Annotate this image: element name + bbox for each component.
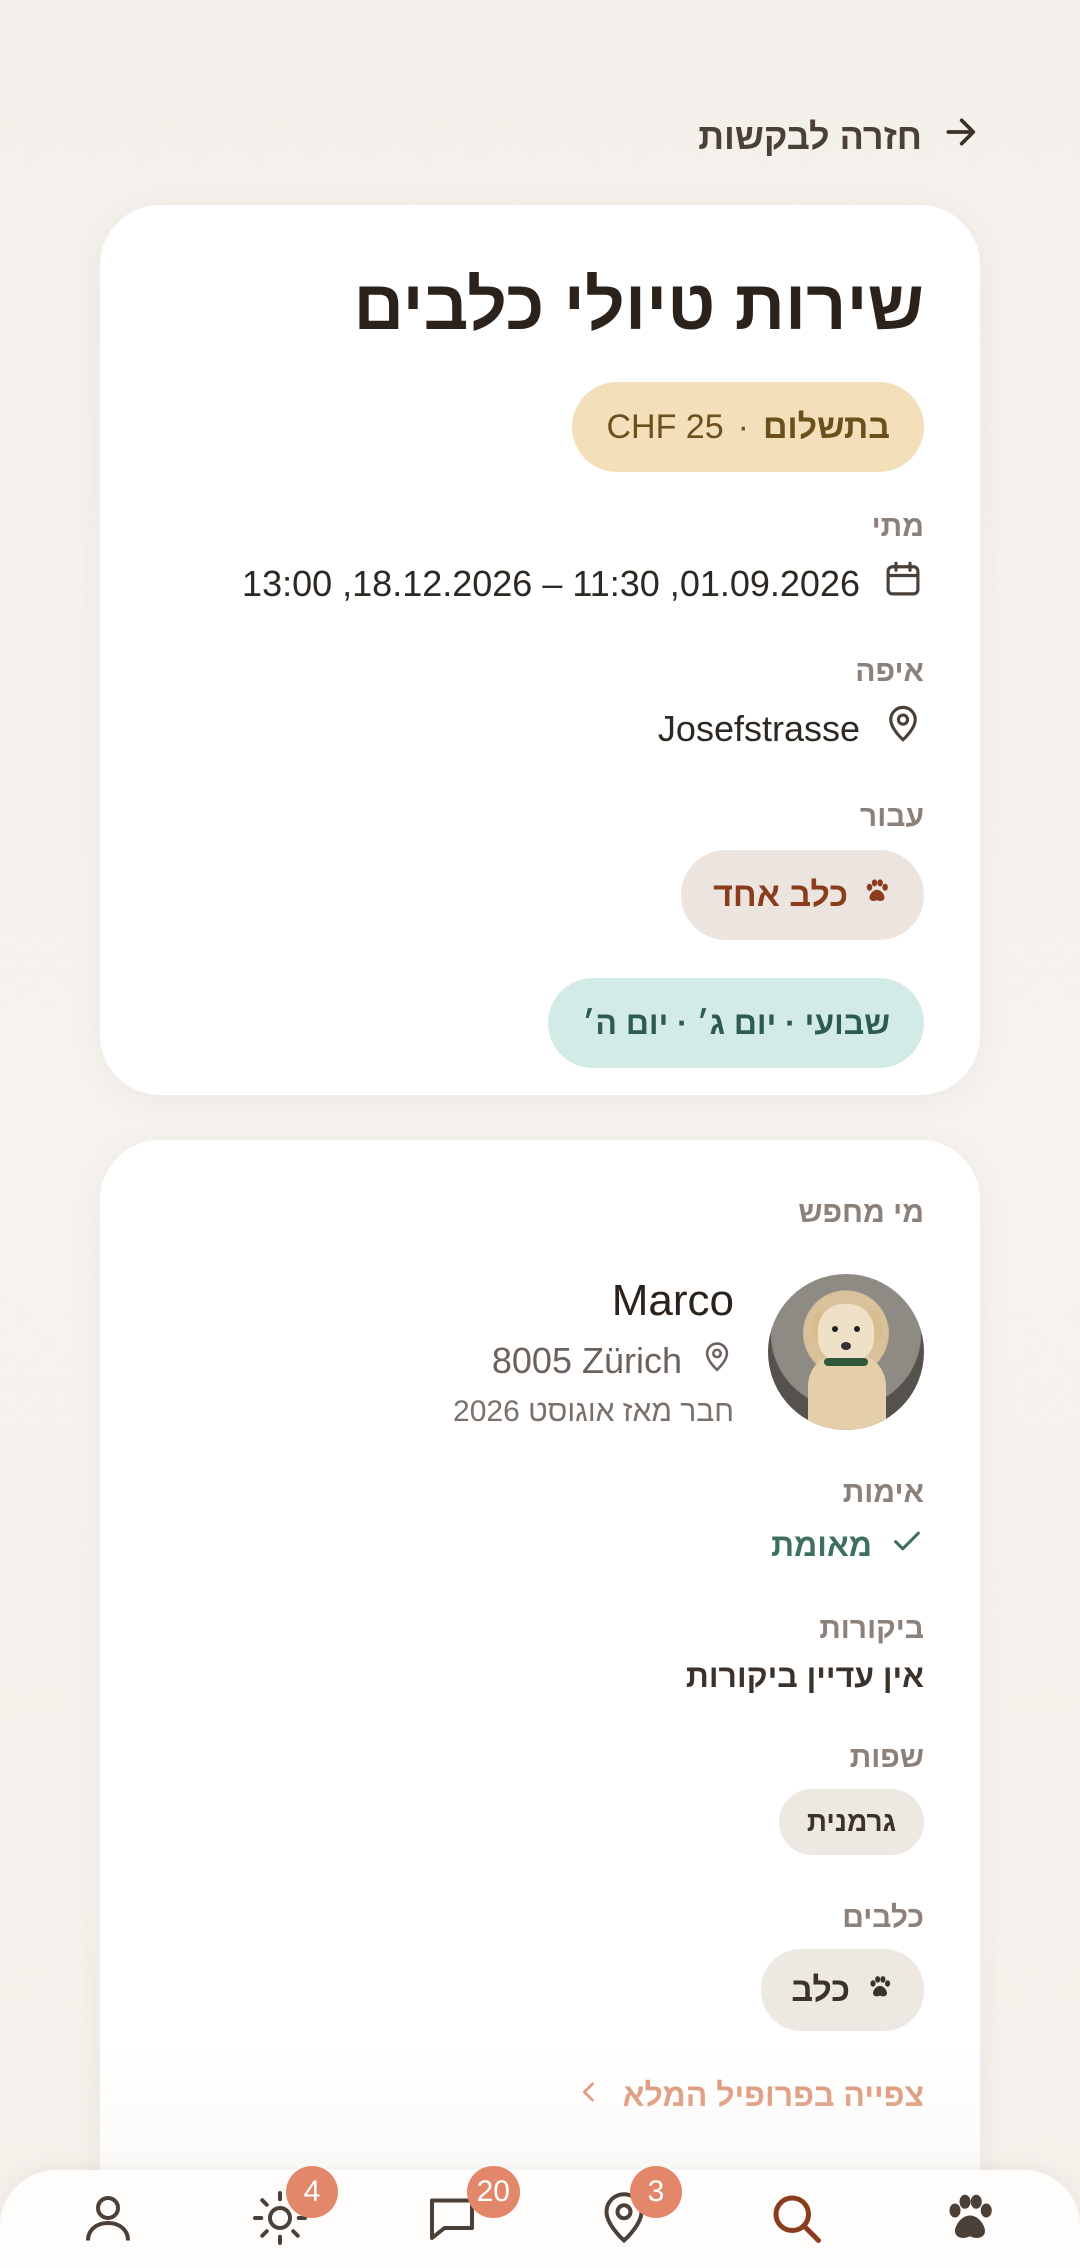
for-section: עבור כלב אחד (156, 800, 924, 940)
nav-search[interactable] (756, 2188, 836, 2258)
reviews-value: אין עדיין ביקורות (685, 1658, 924, 1694)
notifications-badge: 4 (286, 2166, 338, 2218)
payment-badge: בתשלום · CHF 25 (572, 382, 924, 472)
dog-count-pill: כלב אחד (681, 850, 924, 940)
for-label: עבור (859, 800, 924, 833)
payment-prefix: בתשלום (762, 407, 890, 446)
check-icon (890, 1524, 924, 1566)
languages-label: שפות (849, 1741, 924, 1774)
view-full-profile-link[interactable]: צפייה בפרופיל המלא (156, 2077, 924, 2114)
reviews-label: ביקורות (819, 1612, 924, 1645)
request-title: שירות טיולי כלבים (353, 266, 924, 344)
when-row: 01.09.2026, 11:30 – 18.12.2026, 13:00 (156, 558, 924, 609)
dog-chip-label: כלב (791, 1970, 850, 2009)
verification-section: אימות מאומת (156, 1476, 924, 1566)
payment-price: CHF 25 (606, 407, 724, 446)
verified-value: מאומת (771, 1526, 872, 1563)
where-section: איפה Josefstrasse (156, 655, 924, 754)
where-label: איפה (855, 655, 924, 688)
location-pin-icon (700, 1340, 734, 1383)
requester-location: 8005 Zürich (453, 1340, 734, 1383)
requester-label: מי מחפש (798, 1196, 924, 1229)
paw-icon (940, 2188, 1000, 2253)
languages-section: שפות גרמנית (156, 1741, 924, 1855)
reviews-section: ביקורות אין עדיין ביקורות (156, 1612, 924, 1695)
nav-home[interactable] (930, 2188, 1010, 2258)
payment-separator: · (737, 407, 749, 446)
nearby-badge: 3 (630, 2166, 682, 2218)
messages-badge: 20 (466, 2166, 520, 2218)
paw-icon (866, 1971, 894, 2010)
schedule-pill: שבועי · יום ג׳ · יום ה׳ (548, 978, 924, 1068)
where-row: Josefstrasse (156, 703, 924, 754)
requester-card: מי מחפש Marco 8005 Zürich חבר מאז אוגוסט… (100, 1140, 980, 2268)
when-value: 01.09.2026, 11:30 – 18.12.2026, 13:00 (242, 562, 860, 604)
dogs-section: כלבים כלב (156, 1901, 924, 2031)
calendar-icon (882, 558, 924, 609)
when-label: מתי (871, 510, 924, 543)
avatar[interactable] (768, 1274, 924, 1430)
nav-profile[interactable] (68, 2188, 148, 2258)
nav-messages[interactable]: 20 (412, 2166, 520, 2258)
requester-profile[interactable]: Marco 8005 Zürich חבר מאז אוגוסט 2026 (156, 1274, 924, 1430)
chevron-left-icon (575, 2077, 603, 2114)
dogs-label: כלבים (842, 1901, 924, 1934)
back-to-requests-link[interactable]: חזרה לבקשות (698, 112, 980, 161)
dog-count-value: כלב אחד (713, 875, 848, 914)
back-label: חזרה לבקשות (698, 115, 922, 157)
requester-info: Marco 8005 Zürich חבר מאז אוגוסט 2026 (453, 1276, 734, 1429)
dog-chip[interactable]: כלב (761, 1949, 924, 2031)
nav-nearby[interactable]: 3 (584, 2166, 682, 2258)
arrow-right-icon (940, 112, 980, 161)
member-since: חבר מאז אוגוסט 2026 (453, 1394, 734, 1428)
request-details-card: שירות טיולי כלבים בתשלום · CHF 25 מתי 01… (100, 205, 980, 1095)
paw-icon (862, 876, 892, 915)
search-icon (766, 2188, 826, 2253)
verified-status: מאומת (156, 1524, 924, 1566)
user-icon (78, 2188, 138, 2253)
language-chip: גרמנית (778, 1789, 924, 1855)
requester-name: Marco (611, 1275, 734, 1325)
nav-sun[interactable]: 4 (240, 2166, 338, 2258)
view-profile-label: צפייה בפרופיל המלא (622, 2077, 924, 2113)
verification-label: אימות (842, 1476, 924, 1509)
where-value: Josefstrasse (657, 707, 860, 749)
bottom-nav: 4 20 3 (0, 2166, 1080, 2268)
when-section: מתי 01.09.2026, 11:30 – 18.12.2026, 13:0… (156, 510, 924, 609)
location-pin-icon (882, 703, 924, 754)
requester-location-value: 8005 Zürich (491, 1340, 682, 1381)
